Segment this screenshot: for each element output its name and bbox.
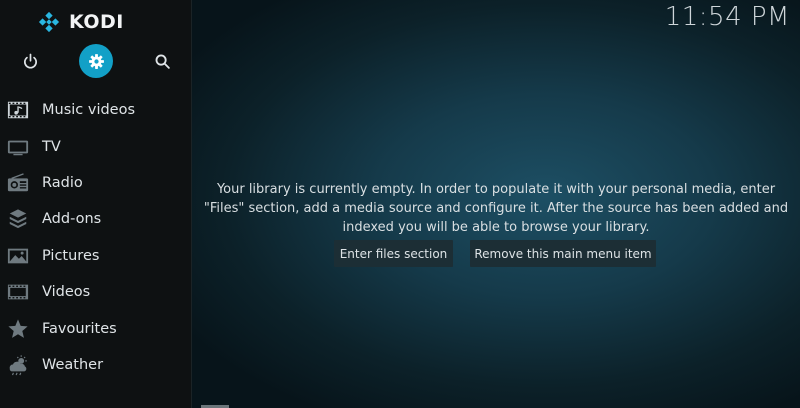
sidebar: KODI Music videos TV Radio Add-ons Pictu… <box>0 0 192 408</box>
star-icon <box>7 318 29 340</box>
action-buttons: Enter files section Remove this main men… <box>192 240 800 267</box>
empty-library-message: Your library is currently empty. In orde… <box>202 180 790 237</box>
message-line: "Files" section, add a media source and … <box>203 201 789 216</box>
addons-icon <box>7 208 29 230</box>
app-title: KODI <box>69 11 124 33</box>
weather-icon <box>7 354 29 376</box>
main-content: 11:54 PM Your library is currently empty… <box>192 0 800 408</box>
pictures-icon <box>7 245 29 267</box>
remove-menu-item-button[interactable]: Remove this main menu item <box>470 240 656 267</box>
film-icon <box>7 281 29 303</box>
tv-icon <box>7 136 29 158</box>
menu-item-weather[interactable]: Weather <box>0 347 192 383</box>
menu-item-label: Radio <box>42 174 83 191</box>
menu-item-label: Pictures <box>42 247 100 264</box>
clock: 11:54 PM <box>664 2 790 32</box>
menu-item-favourites[interactable]: Favourites <box>0 310 192 346</box>
enter-files-section-button[interactable]: Enter files section <box>334 240 453 267</box>
main-menu: Music videos TV Radio Add-ons Pictures V… <box>0 92 192 383</box>
menu-item-pictures[interactable]: Pictures <box>0 238 192 274</box>
menu-item-label: Videos <box>42 284 91 301</box>
search-icon <box>155 54 170 69</box>
menu-item-label: Weather <box>42 356 104 373</box>
kodi-logo-icon <box>38 11 60 33</box>
power-icon <box>23 53 37 68</box>
search-button[interactable] <box>145 44 179 78</box>
menu-item-label: Music videos <box>42 102 136 119</box>
music-video-icon <box>7 99 29 121</box>
power-button[interactable] <box>13 44 47 78</box>
menu-item-label: Add-ons <box>42 211 102 228</box>
message-line: indexed you will be able to browse your … <box>342 220 650 235</box>
radio-icon <box>7 172 29 194</box>
menu-item-label: Favourites <box>42 320 117 337</box>
menu-item-videos[interactable]: Videos <box>0 274 192 310</box>
menu-item-add-ons[interactable]: Add-ons <box>0 201 192 237</box>
menu-item-radio[interactable]: Radio <box>0 165 192 201</box>
menu-item-music-videos[interactable]: Music videos <box>0 92 192 128</box>
menu-item-tv[interactable]: TV <box>0 128 192 164</box>
gear-icon <box>88 53 104 69</box>
kodi-logo[interactable]: KODI <box>38 10 124 34</box>
menu-item-label: TV <box>42 138 61 155</box>
message-line: Your library is currently empty. In orde… <box>216 182 776 197</box>
settings-button[interactable] <box>79 44 113 78</box>
